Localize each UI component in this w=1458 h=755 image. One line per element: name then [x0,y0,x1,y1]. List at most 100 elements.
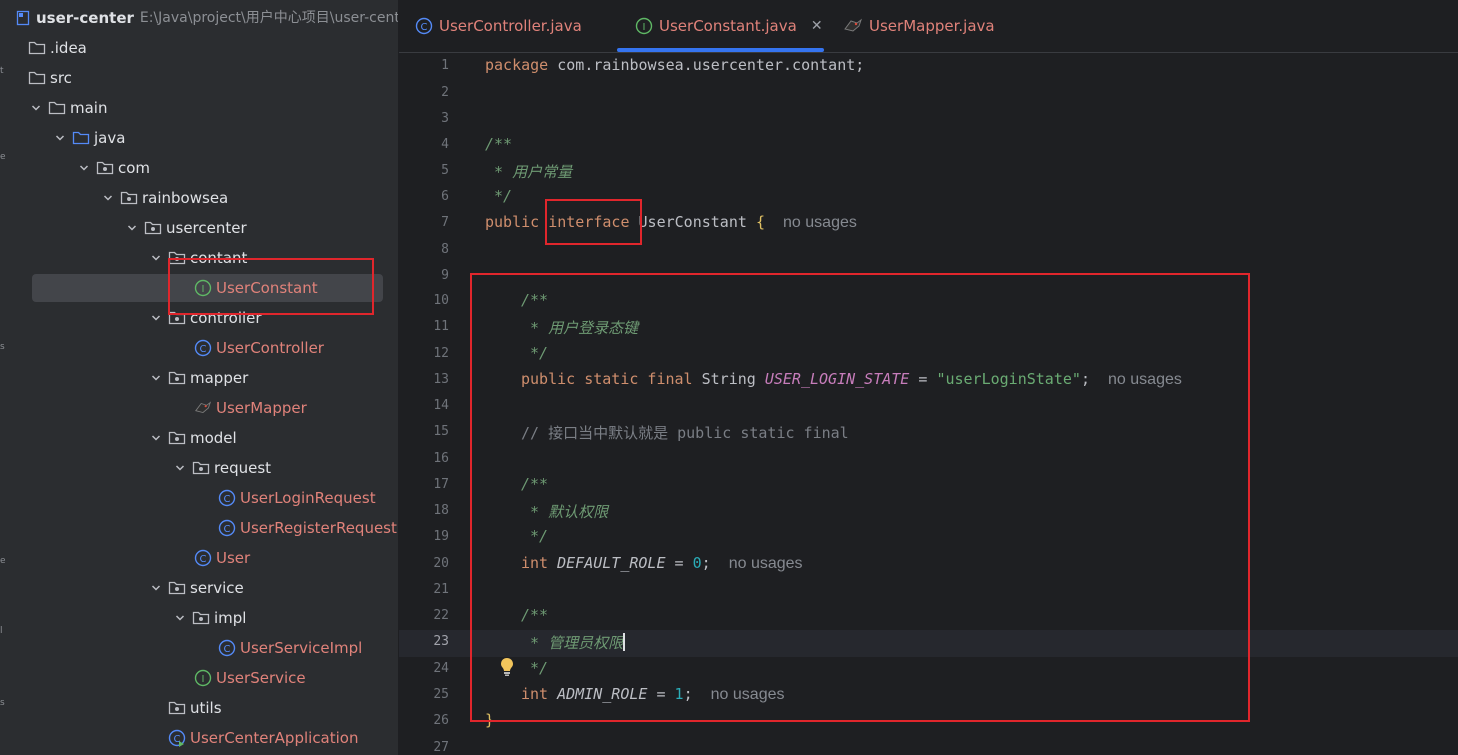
folder-icon [28,69,46,87]
tree-item-label: UserService [216,669,306,687]
chevron-down-icon[interactable] [124,213,140,243]
tree-item-src[interactable]: src [14,63,398,93]
tree-item-label: model [190,429,237,447]
chevron-down-icon[interactable] [148,363,164,393]
tree-item-label: UserLoginRequest [240,489,376,507]
code-line-10: /** [521,291,549,309]
chevron-down-icon[interactable] [76,153,92,183]
usage-hint[interactable]: no usages [729,555,803,572]
lightbulb-icon[interactable] [499,657,515,677]
svg-text:I: I [643,22,646,33]
tree-item-userconstant[interactable]: I UserConstant [14,273,398,303]
module-path: E:\Java\project\用户中心项目\user-cent [139,10,399,26]
chevron-down-icon[interactable] [172,603,188,633]
mybatis-bird-icon [843,17,863,35]
chevron-down-icon[interactable] [148,243,164,273]
code-line-26: } [485,711,495,729]
chevron-down-icon[interactable] [28,93,44,123]
tree-item-contant[interactable]: contant [14,243,398,273]
chevron-down-icon[interactable] [52,123,68,153]
line-number: 26 [433,713,449,728]
code-line-22: /** [521,606,549,624]
tree-item-user-center[interactable]: user-center E:\Java\project\用户中心项目\user-c… [14,3,398,33]
package-icon [120,189,138,207]
tree-item-usercenter[interactable]: usercenter [14,213,398,243]
line-number: 16 [433,451,449,466]
chevron-down-icon[interactable] [148,573,164,603]
tree-item-java[interactable]: java [14,123,398,153]
tool-window-label[interactable]: e [0,152,6,162]
class-icon: C [218,639,236,657]
close-icon[interactable]: ✕ [811,18,823,34]
tree-item-service[interactable]: service [14,573,398,603]
tree-item-label: controller [190,309,262,327]
tree-item-userservice[interactable]: I UserService [14,663,398,693]
svg-text:C: C [421,22,428,33]
line-number: 12 [433,346,449,361]
code-line-17: /** [521,475,549,493]
package-icon [168,249,186,267]
tree-item-userloginrequest[interactable]: C UserLoginRequest [14,483,398,513]
svg-text:C: C [224,494,231,505]
tree-item-main[interactable]: main [14,93,398,123]
tool-window-strip: t e s e l s [0,0,15,755]
tab-user-constant[interactable]: I UserConstant.java ✕ [617,0,824,52]
line-number: 25 [433,687,449,702]
tree-item-usercontroller[interactable]: C UserController [14,333,398,363]
tool-window-label[interactable]: s [0,698,5,708]
package-icon [168,309,186,327]
line-number: 1 [441,58,449,73]
tree-item-label: java [94,129,126,147]
tree-item-user[interactable]: C User [14,543,398,573]
tree-item-impl[interactable]: impl [14,603,398,633]
package-icon [144,219,162,237]
tree-item-userserviceimpl[interactable]: C UserServiceImpl [14,633,398,663]
tree-item-com[interactable]: com [14,153,398,183]
code-line-19: */ [521,527,549,545]
line-number: 15 [433,424,449,439]
tree-item-controller[interactable]: controller [14,303,398,333]
tree-item-model[interactable]: model [14,423,398,453]
tree-item-mapper[interactable]: mapper [14,363,398,393]
usage-hint[interactable]: no usages [1108,371,1182,388]
tab-user-controller[interactable]: C UserController.java [415,0,582,52]
tree-item-label: usercenter [166,219,247,237]
folder-icon [48,99,66,117]
tree-item-usermapper[interactable]: UserMapper [14,393,398,423]
tool-window-label[interactable]: l [0,626,3,636]
package-icon [168,699,186,717]
code-line-20: int DEFAULT_ROLE = 0; no usages [521,554,803,572]
chevron-down-icon[interactable] [172,453,188,483]
class-icon: C [194,339,212,357]
tree-item-label: main [70,99,108,117]
tree-item--idea[interactable]: .idea [14,33,398,63]
line-number: 13 [433,372,449,387]
tree-item-label: UserMapper [216,399,307,417]
chevron-down-icon[interactable] [148,303,164,333]
tree-item-label: rainbowsea [142,189,229,207]
chevron-down-icon[interactable] [148,423,164,453]
class-icon: C [218,489,236,507]
tree-item-usercenterapplication[interactable]: C UserCenterApplication [14,723,398,753]
usage-hint[interactable]: no usages [711,686,785,703]
code-line-18: * 默认权限 [521,503,609,521]
code-line-6: */ [485,187,513,205]
tool-window-label[interactable]: s [0,342,5,352]
usage-hint[interactable]: no usages [783,214,857,231]
tool-window-label[interactable]: t [0,66,4,76]
tree-item-rainbowsea[interactable]: rainbowsea [14,183,398,213]
chevron-down-icon[interactable] [100,183,116,213]
tree-item-utils[interactable]: utils [14,693,398,723]
tab-user-mapper[interactable]: UserMapper.java [843,0,995,52]
code-line-1: package com.rainbowsea.usercenter.contan… [485,56,865,74]
code-line-13: public static final String USER_LOGIN_ST… [521,370,1182,388]
code-line-4: /** [485,135,513,153]
tool-window-label[interactable]: e [0,556,6,566]
line-number: 11 [433,319,449,334]
code-line-25: int ADMIN_ROLE = 1; no usages [521,685,785,703]
line-number: 18 [433,503,449,518]
tree-item-request[interactable]: request [14,453,398,483]
tree-item-label: UserCenterApplication [190,729,359,747]
tree-item-userregisterrequest[interactable]: C UserRegisterRequest [14,513,398,543]
svg-text:C: C [224,524,231,535]
